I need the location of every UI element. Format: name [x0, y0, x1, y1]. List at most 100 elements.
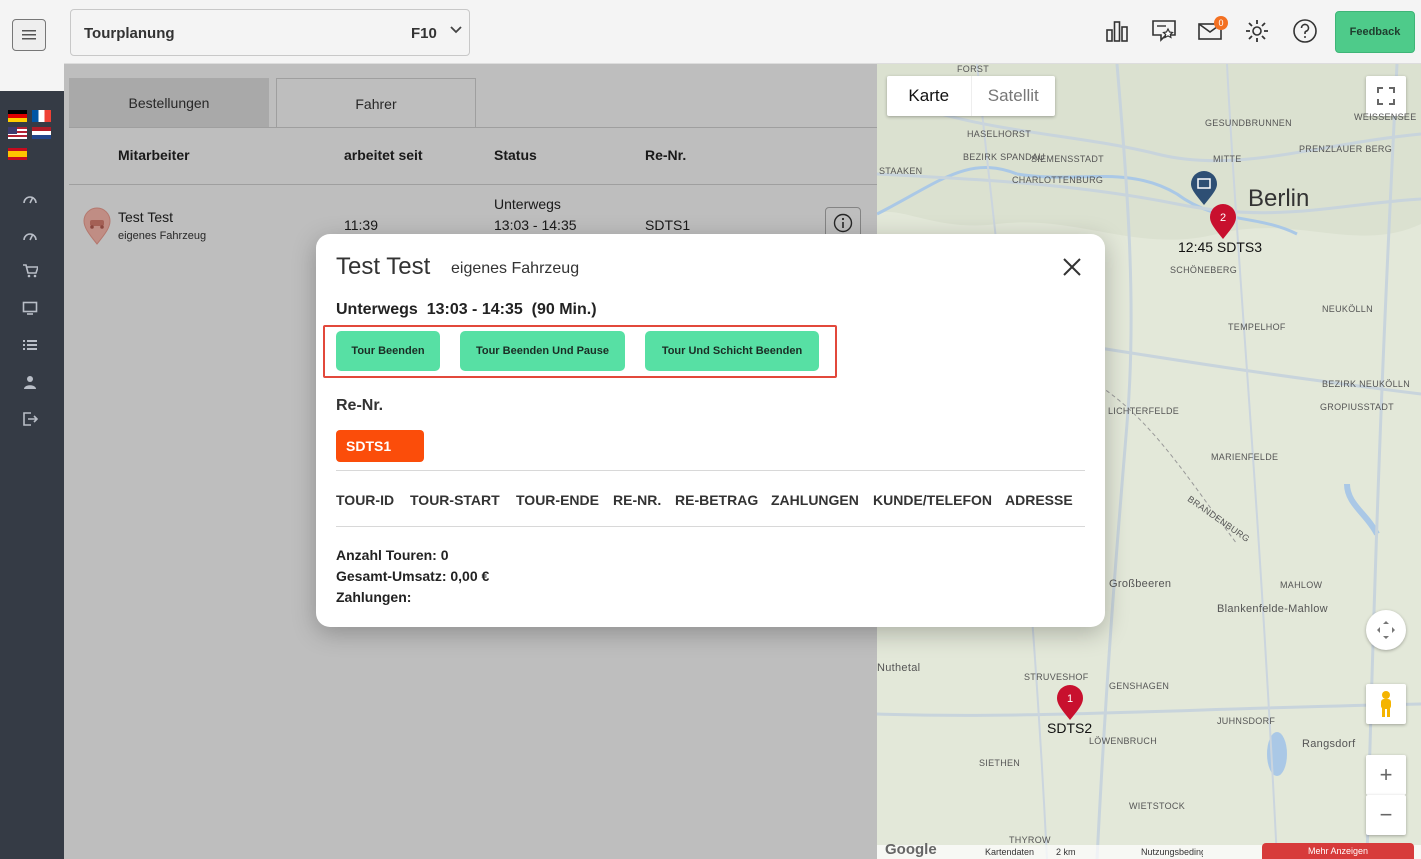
tour-marker-number: 1 [1067, 693, 1073, 705]
page-shortcut: F10 [411, 25, 437, 42]
map-place-label: MAHLOW [1280, 580, 1323, 590]
cart-icon[interactable] [20, 261, 40, 281]
user-icon[interactable] [20, 372, 40, 392]
map-place-label: LÖWENBRUCH [1089, 736, 1158, 746]
map-place-label: Nuthetal [877, 662, 921, 674]
summary-revenue: Gesamt-Umsatz: 0,00 € [336, 568, 490, 584]
map-place-label: NEUKÖLLN [1322, 304, 1373, 314]
tour-marker-icon[interactable]: 1 [1056, 685, 1084, 721]
page-title: Tourplanung [84, 25, 175, 42]
map-place-label: SCHÖNEBERG [1170, 265, 1238, 275]
renr-badge[interactable]: SDTS1 [336, 430, 424, 462]
map-place-label: MITTE [1213, 154, 1242, 164]
monitor-icon[interactable] [20, 298, 40, 318]
flag-nl-icon[interactable] [32, 127, 51, 139]
map-place-label: CHARLOTTENBURG [1012, 175, 1104, 185]
map-place-label: GROPIUSSTADT [1320, 402, 1394, 412]
zoom-in-button[interactable]: + [1366, 755, 1406, 795]
map-place-label: MARIENFELDE [1211, 452, 1279, 462]
mail-count-badge: 0 [1214, 16, 1228, 30]
map-place-label: THYROW [1009, 835, 1051, 845]
flag-fr-icon[interactable] [32, 110, 51, 122]
map-place-label: BEZIRK SPANDAU [963, 152, 1046, 162]
end-tour-button[interactable]: Tour Beenden [336, 331, 440, 371]
map-place-label: TEMPELHOF [1228, 322, 1286, 332]
help-icon[interactable] [1292, 18, 1318, 44]
tour-column-header: TOUR-START [410, 492, 500, 508]
map-place-label: WEISSENSEE [1354, 112, 1417, 122]
feedback-button[interactable]: Feedback [1335, 11, 1415, 53]
tour-marker-label: SDTS2 [1047, 720, 1093, 736]
store-marker-icon[interactable] [1189, 170, 1219, 206]
map-place-label: FORST [957, 64, 989, 74]
zoom-out-button[interactable]: − [1366, 795, 1406, 835]
feedback-star-icon[interactable] [1151, 18, 1177, 44]
tour-column-header: TOUR-ID [336, 492, 395, 508]
renr-heading: Re-Nr. [336, 397, 384, 414]
table-bottom-divider [336, 526, 1085, 527]
map-place-label: Rangsdorf [1302, 738, 1356, 750]
tour-marker-label: 12:45 SDTS3 [1178, 239, 1263, 255]
fullscreen-button[interactable] [1366, 76, 1406, 116]
tour-column-header: TOUR-ENDE [516, 492, 599, 508]
map-city-label: Berlin [1248, 185, 1310, 212]
map-place-label: GENSHAGEN [1109, 681, 1170, 691]
table-top-divider [336, 470, 1085, 471]
gear-icon[interactable] [1244, 18, 1270, 44]
sidebar [0, 0, 64, 859]
bar-chart-icon[interactable] [1104, 18, 1130, 44]
tour-column-header: RE-BETRAG [675, 492, 759, 508]
map-type-satellit[interactable]: Satellit [972, 76, 1056, 116]
more-button[interactable]: Mehr Anzeigen [1262, 843, 1414, 859]
flag-es-icon[interactable] [8, 148, 27, 160]
top-header: Tourplanung F10 0 Feedback [64, 0, 1421, 64]
fullscreen-icon [1377, 87, 1395, 105]
map-place-label: PRENZLAUER BERG [1299, 144, 1393, 154]
pan-arrows-icon [1377, 621, 1395, 639]
tour-marker-icon[interactable]: 2 [1209, 204, 1237, 240]
chevron-down-icon [450, 26, 462, 34]
logout-icon[interactable] [20, 409, 40, 429]
map-place-label: GESUNDBRUNNEN [1205, 118, 1292, 128]
street-view-pegman[interactable] [1366, 684, 1406, 724]
map-pan-button[interactable] [1366, 610, 1406, 650]
map-place-label: STRUVESHOF [1024, 672, 1089, 682]
map-place-label: Großbeeren [1109, 578, 1172, 590]
app: Tourplanung F10 0 Feedback Bestellungen … [0, 0, 1421, 859]
map-place-label: WIETSTOCK [1129, 801, 1186, 811]
tour-marker-number: 2 [1220, 212, 1226, 224]
flag-us-icon[interactable] [8, 127, 27, 139]
speedometer-icon[interactable] [20, 225, 40, 245]
dashboard-icon[interactable] [20, 188, 40, 208]
pegman-icon [1381, 691, 1391, 717]
menu-toggle-button[interactable] [12, 19, 46, 51]
google-logo: Google [885, 841, 937, 858]
modal-driver-name: Test Test [336, 253, 431, 280]
end-tour-and-shift-button[interactable]: Tour Und Schicht Beenden [645, 331, 819, 371]
tour-column-header: ADRESSE [1005, 492, 1073, 508]
page-selector[interactable]: Tourplanung F10 [70, 9, 470, 56]
map-place-label: Blankenfelde-Mahlow [1217, 603, 1328, 615]
flag-de-icon[interactable] [8, 110, 27, 122]
map-type-control: Karte Satellit [887, 76, 1055, 116]
map-place-label: LICHTERFELDE [1108, 406, 1180, 416]
map-footer-scale: 2 km [1056, 847, 1076, 857]
close-icon[interactable] [1061, 256, 1083, 278]
tour-column-header: KUNDE/TELEFON [873, 492, 992, 508]
map-type-karte[interactable]: Karte [887, 76, 972, 116]
driver-detail-modal: Test Test eigenes Fahrzeug Unterwegs 13:… [316, 234, 1105, 627]
map-footer-terms[interactable]: Nutzungsbedingungen [1141, 847, 1203, 857]
summary-payments: Zahlungen: [336, 589, 412, 605]
modal-status: Unterwegs 13:03 - 14:35 (90 Min.) [336, 301, 597, 318]
list-icon[interactable] [20, 335, 40, 355]
map-place-label: BEZIRK NEUKÖLLN [1322, 379, 1411, 389]
map-place-label: STAAKEN [879, 166, 923, 176]
summary-tour-count: Anzahl Touren: 0 [336, 547, 449, 563]
end-tour-and-pause-button[interactable]: Tour Beenden Und Pause [460, 331, 625, 371]
modal-driver-vehicle: eigenes Fahrzeug [451, 260, 580, 277]
hamburger-icon [22, 30, 36, 40]
map-footer: Google Kartendaten 2 km Nutzungsbedingun… [877, 841, 1421, 859]
map-place-label: HASELHORST [967, 129, 1032, 139]
map-place-label: SIETHEN [979, 758, 1021, 768]
map-footer-data[interactable]: Kartendaten [985, 847, 1034, 857]
